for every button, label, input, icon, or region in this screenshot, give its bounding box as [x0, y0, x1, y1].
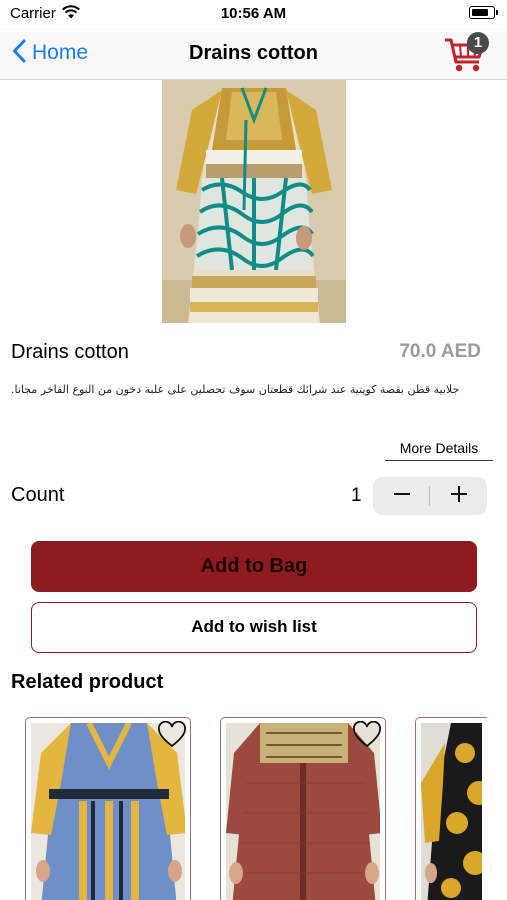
related-product-card[interactable]: [220, 717, 386, 900]
quantity-stepper: [373, 477, 487, 515]
count-value: 1: [351, 485, 362, 506]
count-label: Count: [11, 484, 65, 506]
related-product-image: [226, 723, 380, 900]
product-price: 70.0 AED: [399, 341, 481, 362]
product-description: جلابية قطن بقصة كويتية عند شرائك قطعتان …: [11, 383, 460, 396]
page-title: Drains cotton: [189, 42, 318, 64]
related-product-card[interactable]: [415, 717, 487, 900]
add-to-bag-button[interactable]: Add to Bag: [31, 541, 477, 592]
heart-icon[interactable]: [157, 720, 187, 749]
cart-count-badge: 1: [467, 32, 489, 54]
shopping-cart-icon: [443, 38, 487, 78]
increment-button[interactable]: [430, 477, 487, 515]
plus-icon: [449, 484, 469, 509]
status-bar: Carrier 10:56 AM: [0, 0, 507, 28]
product-screen: Carrier 10:56 AM Home Drains cotton 1 Dr…: [0, 0, 507, 900]
related-product-card[interactable]: [25, 717, 191, 900]
add-to-wishlist-button[interactable]: Add to wish list: [31, 602, 477, 653]
related-product-image: [31, 723, 185, 900]
related-products-heading: Related product: [11, 671, 164, 693]
cart-button[interactable]: 1: [443, 30, 489, 74]
battery-icon: [469, 6, 498, 19]
product-image: [162, 80, 346, 323]
more-details-link[interactable]: More Details: [385, 437, 493, 461]
heart-icon[interactable]: [352, 720, 382, 749]
decrement-button[interactable]: [373, 477, 430, 515]
product-name: Drains cotton: [11, 341, 129, 363]
navigation-bar: Home Drains cotton 1: [0, 28, 507, 80]
minus-icon: [392, 484, 412, 509]
clock: 10:56 AM: [220, 5, 287, 22]
related-product-image: [421, 723, 482, 900]
